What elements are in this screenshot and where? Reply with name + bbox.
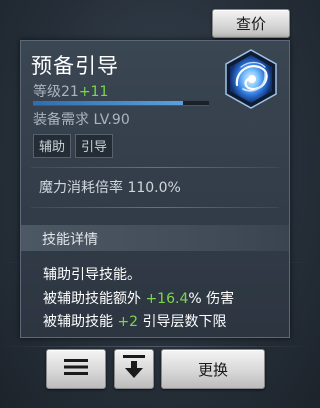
divider [31,207,279,208]
download-icon [122,354,146,384]
skill-level-bonus: +11 [78,84,109,100]
skill-tags: 辅助 引导 [33,134,114,158]
damage-bonus-value: +16.4 [145,291,189,307]
skill-name: 预备引导 [31,54,119,78]
details-header-label: 技能详情 [42,232,98,248]
divider [31,167,279,168]
description-line: 辅助引导技能。 [43,267,141,283]
desc-text: 被辅助技能额外 [43,291,146,307]
skill-level: 等级21+11 [33,81,108,101]
download-button[interactable] [114,349,154,389]
hamburger-icon [63,357,89,381]
menu-button[interactable] [46,349,106,389]
skill-info-panel: 预备引导 等级21+11 装备需求 LV.90 辅助 引导 魔力消耗倍率 110… [20,40,290,338]
swirl-orb-icon [221,49,281,109]
skill-level-label: 等级21 [33,84,79,100]
skill-tag: 辅助 [33,134,72,158]
description-line: 被辅助技能额外 +16.4% 伤害 [43,288,234,308]
mana-multiplier: 魔力消耗倍率 110.0% [39,180,181,196]
replace-button[interactable]: 更换 [161,349,265,389]
details-header: 技能详情 [21,225,289,251]
desc-text: 引导层数下限 [138,314,227,330]
price-check-button[interactable]: 查价 [212,9,290,38]
level-progress-fill [33,101,183,105]
level-progress-bar [33,101,209,106]
desc-text: % 伤害 [188,291,235,307]
channel-bonus-value: +2 [117,314,139,330]
desc-text: 被辅助技能 [43,314,118,330]
skill-tag: 引导 [75,134,114,158]
equip-requirement: 装备需求 LV.90 [33,112,130,128]
description-line: 被辅助技能 +2 引导层数下限 [43,311,227,331]
background-streak [0,346,313,347]
